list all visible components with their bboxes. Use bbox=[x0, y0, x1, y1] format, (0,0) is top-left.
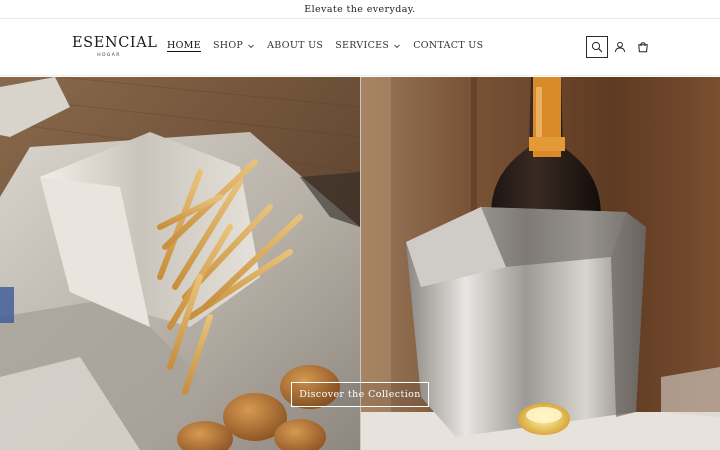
nav-about-label: ABOUT US bbox=[267, 40, 324, 51]
nav-home[interactable]: HOME bbox=[167, 40, 201, 51]
discover-collection-button[interactable]: Discover the Collection bbox=[291, 382, 429, 407]
nav-services-label: SERVICES bbox=[335, 40, 390, 51]
chevron-down-icon bbox=[248, 44, 254, 48]
nav-services[interactable]: SERVICES bbox=[335, 40, 401, 51]
search-icon bbox=[591, 41, 603, 53]
logo[interactable]: ESENCIAL HOGAR bbox=[72, 35, 158, 59]
cart-icon bbox=[638, 42, 648, 53]
logo-name: ESENCIAL bbox=[72, 35, 158, 51]
hero-banner: Discover the Collection bbox=[0, 77, 720, 450]
cart-button[interactable] bbox=[632, 36, 654, 58]
nav-shop[interactable]: SHOP bbox=[213, 40, 255, 51]
logo-tagline: HOGAR bbox=[97, 53, 121, 58]
header-icons bbox=[586, 36, 655, 58]
nav-contact-label: CONTACT US bbox=[413, 40, 484, 51]
nav-home-label: HOME bbox=[167, 40, 201, 51]
account-icon bbox=[615, 41, 625, 53]
account-button[interactable] bbox=[609, 36, 631, 58]
nav-shop-label: SHOP bbox=[212, 40, 244, 51]
announcement-bar: Elevate the everyday. bbox=[0, 0, 720, 19]
search-button[interactable] bbox=[586, 36, 608, 58]
announcement-text: Elevate the everyday. bbox=[304, 3, 416, 15]
nav-about[interactable]: ABOUT US bbox=[267, 40, 323, 51]
nav-contact[interactable]: CONTACT US bbox=[413, 40, 483, 51]
site-header: ESENCIAL HOGAR HOME SHOP ABOUT US SERVIC… bbox=[0, 19, 720, 76]
chevron-down-icon bbox=[394, 44, 401, 48]
main-nav: HOME SHOP ABOUT US SERVICES CONTACT US bbox=[167, 40, 495, 51]
